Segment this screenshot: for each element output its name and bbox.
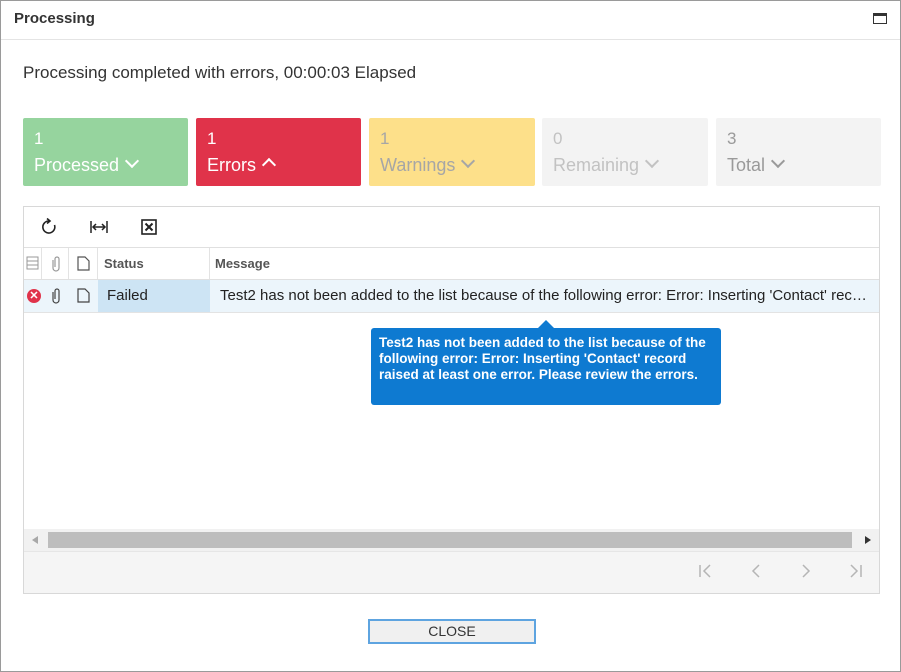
grid-header: Status Message (24, 247, 879, 280)
next-page-icon[interactable] (797, 562, 815, 585)
first-page-icon[interactable] (697, 562, 715, 585)
scroll-right-icon[interactable] (865, 536, 871, 544)
row-selector-header (24, 248, 42, 279)
errors-count: 1 (207, 129, 217, 148)
chevron-up-icon (261, 157, 277, 173)
export-excel-icon[interactable] (139, 217, 159, 237)
warnings-count: 1 (380, 129, 390, 148)
remaining-count: 0 (553, 129, 563, 148)
processing-summary: Processing completed with errors, 00:00:… (23, 63, 417, 82)
processed-count: 1 (34, 129, 44, 148)
note-header[interactable] (69, 248, 98, 279)
fit-columns-icon[interactable] (89, 217, 109, 237)
last-page-icon[interactable] (846, 562, 864, 585)
close-button[interactable]: CLOSE (368, 619, 536, 644)
horizontal-scrollbar[interactable] (24, 529, 879, 551)
tile-total[interactable]: 3 Total (716, 118, 881, 186)
chevron-down-icon (124, 153, 140, 169)
tile-warnings[interactable]: 1 Warnings (369, 118, 535, 186)
paperclip-icon (52, 288, 60, 304)
total-label: Total (727, 155, 766, 175)
titlebar: Processing (1, 1, 900, 40)
grid-toolbar (24, 207, 879, 247)
column-status[interactable]: Status (98, 248, 210, 279)
scrollbar-thumb[interactable] (48, 532, 852, 548)
note-cell[interactable] (69, 280, 98, 312)
tile-errors[interactable]: 1 Errors (196, 118, 361, 186)
errors-label: Errors (207, 155, 256, 175)
paperclip-icon (52, 256, 60, 272)
results-grid: Status Message ✕ Failed Test2 has not be… (23, 206, 880, 594)
attachment-cell[interactable] (42, 280, 69, 312)
table-row[interactable]: ✕ Failed Test2 has not been added to the… (24, 280, 879, 313)
message-cell[interactable]: Test2 has not been added to the list bec… (210, 280, 875, 312)
tile-processed[interactable]: 1 Processed (23, 118, 188, 186)
chevron-down-icon (461, 153, 476, 169)
note-icon (77, 256, 90, 271)
dialog-title: Processing (14, 10, 95, 27)
pager (24, 551, 879, 593)
error-icon: ✕ (27, 289, 41, 303)
remaining-label: Remaining (553, 155, 640, 175)
column-message[interactable]: Message (210, 248, 879, 279)
processed-label: Processed (34, 155, 120, 175)
tile-remaining[interactable]: 0 Remaining (542, 118, 708, 186)
note-icon (77, 288, 90, 303)
chevron-down-icon (644, 153, 660, 169)
warnings-label: Warnings (380, 155, 456, 175)
attachment-header[interactable] (42, 248, 69, 279)
error-tooltip: Test2 has not been added to the list bec… (371, 320, 721, 405)
maximize-icon[interactable] (873, 13, 887, 24)
total-count: 3 (727, 129, 737, 148)
previous-page-icon[interactable] (747, 562, 765, 585)
scroll-left-icon[interactable] (32, 536, 38, 544)
status-cell[interactable]: Failed (98, 280, 210, 312)
refresh-icon[interactable] (39, 217, 59, 237)
processing-dialog: Processing Processing completed with err… (0, 0, 901, 672)
chevron-down-icon (770, 153, 786, 169)
row-status-icon (26, 256, 39, 270)
